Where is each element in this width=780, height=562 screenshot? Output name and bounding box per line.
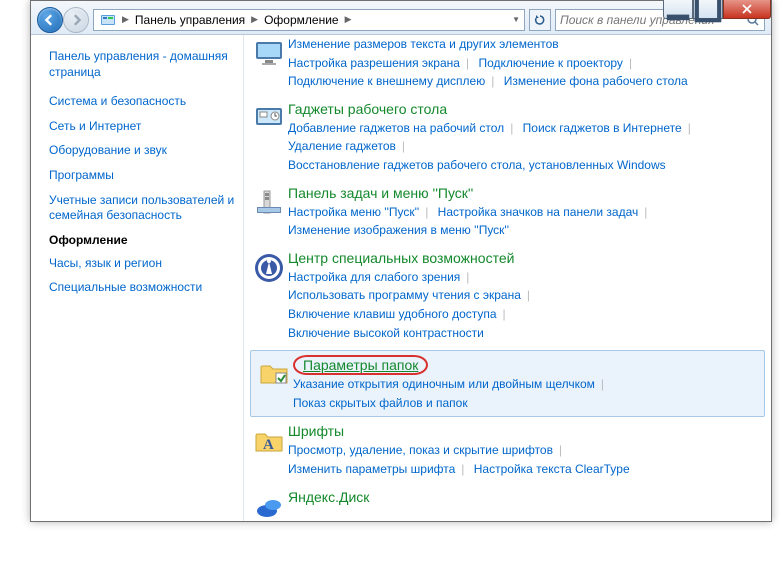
ease-of-access-icon — [250, 250, 288, 342]
category-taskbar: Панель задач и меню ''Пуск'' Настройка м… — [250, 183, 765, 248]
back-button[interactable] — [37, 7, 63, 33]
sidebar-item-appearance[interactable]: Оформление — [49, 233, 235, 247]
maximize-button[interactable] — [693, 0, 723, 19]
link-start-picture[interactable]: Изменение изображения в меню ''Пуск'' — [288, 223, 509, 237]
category-folder-options: Параметры папок Указание открытия одиноч… — [250, 350, 765, 417]
link-search-gadgets[interactable]: Поиск гаджетов в Интернете — [523, 121, 682, 135]
category-yandex-disk: Яндекс.Диск — [250, 487, 765, 522]
link-taskbar-icons[interactable]: Настройка значков на панели задач — [438, 205, 639, 219]
chevron-right-icon[interactable]: ▶ — [120, 14, 131, 25]
chevron-down-icon[interactable]: ▼ — [510, 15, 522, 24]
highlighted-ring: Параметры папок — [293, 355, 428, 375]
refresh-button[interactable] — [529, 9, 551, 31]
crumb-appearance[interactable]: Оформление — [260, 11, 342, 29]
nav-buttons — [37, 7, 89, 33]
yandex-disk-icon — [250, 489, 288, 522]
category-title-gadgets[interactable]: Гаджеты рабочего стола — [288, 101, 765, 117]
sidebar: Панель управления - домашняя страница Си… — [31, 35, 243, 521]
breadcrumb[interactable]: ▶ Панель управления ▶ Оформление ▶ ▼ — [93, 9, 525, 31]
svg-text:A: A — [263, 437, 274, 453]
category-title-taskbar[interactable]: Панель задач и меню ''Пуск'' — [288, 185, 765, 201]
link-text-size[interactable]: Изменение размеров текста и других элеме… — [288, 37, 559, 51]
folder-options-icon — [255, 355, 293, 412]
link-font-manage[interactable]: Просмотр, удаление, показ и скрытие шриф… — [288, 443, 553, 457]
category-title-folder-options[interactable]: Параметры папок — [303, 357, 418, 373]
chevron-right-icon[interactable]: ▶ — [249, 14, 260, 25]
sidebar-item-user-accounts[interactable]: Учетные записи пользователей и семейная … — [49, 193, 235, 224]
gadgets-icon — [250, 101, 288, 175]
crumb-control-panel[interactable]: Панель управления — [131, 11, 249, 29]
link-cleartype[interactable]: Настройка текста ClearType — [474, 462, 630, 476]
link-low-vision[interactable]: Настройка для слабого зрения — [288, 270, 460, 284]
link-font-settings[interactable]: Изменить параметры шрифта — [288, 462, 455, 476]
link-external-display[interactable]: Подключение к внешнему дисплею — [288, 74, 485, 88]
link-start-menu[interactable]: Настройка меню ''Пуск'' — [288, 205, 419, 219]
window-controls — [663, 0, 771, 19]
sidebar-item-ease-of-access[interactable]: Специальные возможности — [49, 280, 235, 296]
category-ease-of-access: Центр специальных возможностей Настройка… — [250, 248, 765, 350]
sidebar-item-system[interactable]: Система и безопасность — [49, 94, 235, 110]
link-screen-reader[interactable]: Использовать программу чтения с экрана — [288, 288, 521, 302]
link-resolution[interactable]: Настройка разрешения экрана — [288, 56, 460, 70]
link-remove-gadgets[interactable]: Удаление гаджетов — [288, 139, 396, 153]
control-panel-icon — [100, 12, 116, 28]
monitor-icon — [250, 35, 288, 91]
link-high-contrast[interactable]: Включение высокой контрастности — [288, 326, 484, 340]
explorer-window: ▶ Панель управления ▶ Оформление ▶ ▼ Пан… — [30, 0, 772, 522]
category-title-fonts[interactable]: Шрифты — [288, 423, 765, 439]
link-restore-gadgets[interactable]: Восстановление гаджетов рабочего стола, … — [288, 158, 666, 172]
close-button[interactable] — [723, 0, 771, 19]
sidebar-item-hardware[interactable]: Оборудование и звук — [49, 143, 235, 159]
link-add-gadgets[interactable]: Добавление гаджетов на рабочий стол — [288, 121, 504, 135]
category-title-ease-of-access[interactable]: Центр специальных возможностей — [288, 250, 765, 266]
minimize-button[interactable] — [663, 0, 693, 19]
link-single-double-click[interactable]: Указание открытия одиночным или двойным … — [293, 377, 595, 391]
fonts-icon: A — [250, 423, 288, 478]
category-fonts: A Шрифты Просмотр, удаление, показ и скр… — [250, 421, 765, 486]
sidebar-item-network[interactable]: Сеть и Интернет — [49, 119, 235, 135]
link-hidden-files[interactable]: Показ скрытых файлов и папок — [293, 396, 468, 410]
category-display: Изменение размеров текста и других элеме… — [250, 35, 765, 99]
window-body: Панель управления - домашняя страница Си… — [31, 35, 771, 521]
link-desktop-bg[interactable]: Изменение фона рабочего стола — [504, 74, 688, 88]
category-title-yandex-disk[interactable]: Яндекс.Диск — [288, 489, 765, 505]
forward-button[interactable] — [63, 7, 89, 33]
link-projector[interactable]: Подключение к проектору — [478, 56, 623, 70]
chevron-right-icon[interactable]: ▶ — [343, 14, 354, 25]
content-pane: Изменение размеров текста и других элеме… — [243, 35, 771, 521]
taskbar-icon — [250, 185, 288, 240]
link-access-keys[interactable]: Включение клавиш удобного доступа — [288, 307, 497, 321]
address-toolbar: ▶ Панель управления ▶ Оформление ▶ ▼ — [31, 1, 771, 35]
sidebar-item-programs[interactable]: Программы — [49, 168, 235, 184]
category-gadgets: Гаджеты рабочего стола Добавление гаджет… — [250, 99, 765, 183]
sidebar-home-link[interactable]: Панель управления - домашняя страница — [49, 49, 235, 80]
sidebar-item-clock[interactable]: Часы, язык и регион — [49, 256, 235, 272]
